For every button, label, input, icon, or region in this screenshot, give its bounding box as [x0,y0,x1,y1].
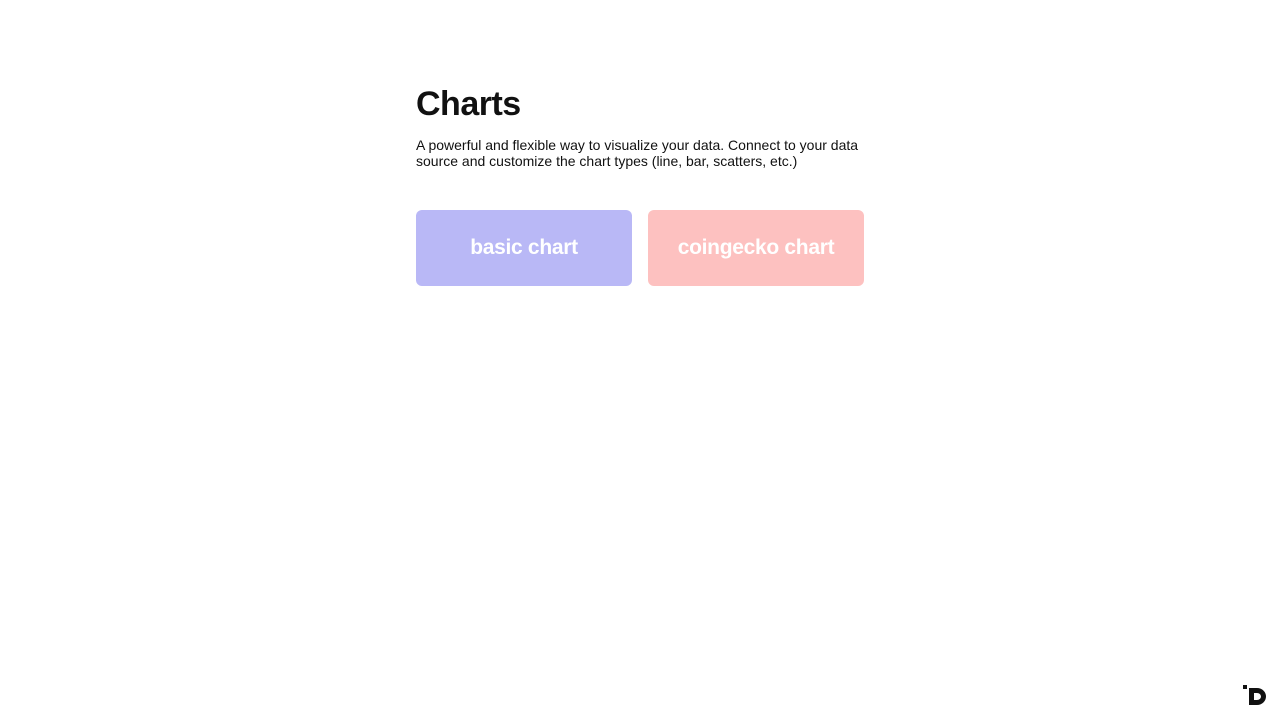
brand-logo-icon-svg [1243,685,1266,705]
coingecko-chart-card[interactable]: coingecko chart [648,210,864,286]
main-content: Charts A powerful and flexible way to vi… [416,84,864,286]
page-description: A powerful and flexible way to visualize… [416,137,859,169]
page-title: Charts [416,85,521,123]
card-label: coingecko chart [677,236,835,259]
basic-chart-card[interactable]: basic chart [416,210,632,286]
brand-logo-icon[interactable] [1243,685,1269,707]
page: Charts A powerful and flexible way to vi… [0,0,1280,720]
chart-cards: basic chart coingecko chart [416,210,864,286]
card-label: basic chart [470,236,578,259]
